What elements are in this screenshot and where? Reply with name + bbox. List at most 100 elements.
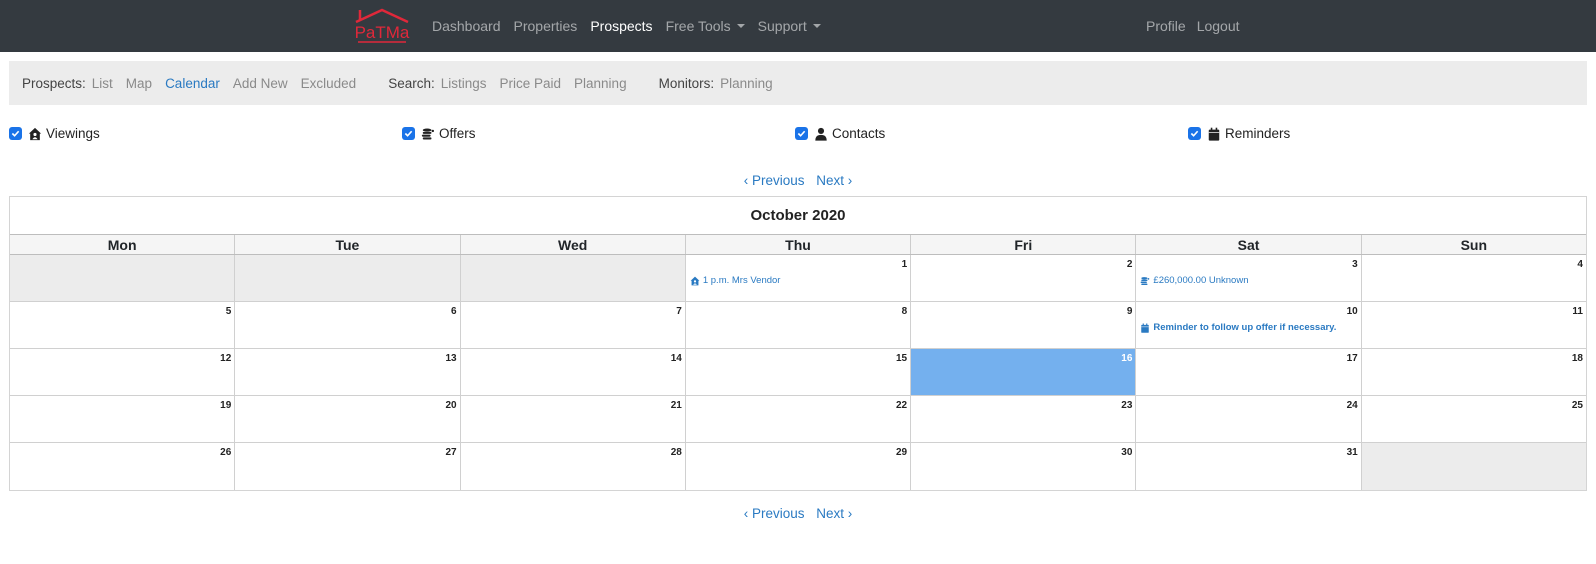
day-cell[interactable]: 13 [235, 349, 461, 395]
event-text: £260,000.00 Unknown [1153, 275, 1249, 286]
day-cell[interactable]: 10 Reminder to follow up offer if necessa… [1136, 302, 1362, 348]
day-number: 14 [670, 353, 682, 364]
day-cell-today[interactable]: 16 [911, 349, 1137, 395]
previous-month-link[interactable]: ‹ Previous [744, 506, 805, 521]
day-cell[interactable]: 19 [10, 396, 236, 442]
day-cell[interactable]: 12 [10, 349, 236, 395]
subnav-search-listings[interactable]: Listings [441, 76, 487, 91]
calendar-week: 12 13 14 15 16 17 18 [10, 349, 1586, 396]
day-cell[interactable]: 9 [911, 302, 1137, 348]
svg-text:PaTMa: PaTMa [355, 23, 410, 42]
day-number: 31 [1346, 447, 1358, 458]
day-cell[interactable]: 31 [1136, 443, 1362, 490]
day-number: 30 [1121, 447, 1133, 458]
nav-properties[interactable]: Properties [514, 18, 578, 34]
weekday-sat: Sat [1136, 235, 1362, 254]
user-nav: Profile Logout [1146, 0, 1251, 52]
day-cell[interactable]: 5 [10, 302, 236, 348]
filter-checkbox[interactable] [795, 127, 808, 140]
day-cell[interactable]: 28 [461, 443, 686, 490]
filter-offers: Offers [402, 126, 476, 141]
nav-label: Dashboard [432, 18, 501, 34]
day-cell[interactable]: 30 [911, 443, 1137, 490]
subnav-prospects-excluded[interactable]: Excluded [301, 76, 357, 91]
nav-prospects[interactable]: Prospects [590, 18, 652, 34]
day-cell[interactable]: 1 1 p.m. Mrs Vendor [686, 255, 912, 301]
empty-day-cell [235, 255, 461, 301]
day-cell[interactable]: 27 [235, 443, 461, 490]
filter-label: Reminders [1225, 126, 1291, 141]
day-cell[interactable]: 29 [686, 443, 912, 490]
filter-contacts: Contacts [795, 126, 885, 141]
day-number: 15 [896, 353, 908, 364]
day-cell[interactable]: 21 [461, 396, 686, 442]
nav-profile[interactable]: Profile [1146, 18, 1186, 34]
day-number: 22 [896, 400, 908, 411]
day-cell[interactable]: 3 £260,000.00 Unknown [1136, 255, 1362, 301]
subnav-prospects-calendar[interactable]: Calendar [165, 76, 220, 91]
filter-checkbox[interactable] [402, 127, 415, 140]
day-cell[interactable]: 7 [461, 302, 686, 348]
day-cell[interactable]: 18 [1362, 349, 1586, 395]
day-cell[interactable]: 25 [1362, 396, 1586, 442]
day-number: 21 [670, 400, 682, 411]
day-cell[interactable]: 11 [1362, 302, 1586, 348]
day-cell[interactable]: 22 [686, 396, 912, 442]
nav-support[interactable]: Support [758, 18, 821, 34]
event-text: Reminder to follow up offer if necessary… [1153, 322, 1337, 333]
subnav-prospects-list[interactable]: List [92, 76, 113, 91]
house-user-icon [690, 276, 700, 286]
event-viewing[interactable]: 1 p.m. Mrs Vendor [690, 275, 781, 286]
day-cell[interactable]: 24 [1136, 396, 1362, 442]
day-cell[interactable]: 8 [686, 302, 912, 348]
day-number: 18 [1571, 353, 1583, 364]
day-number: 12 [220, 353, 232, 364]
day-cell[interactable]: 6 [235, 302, 461, 348]
subnav-prospects-map[interactable]: Map [126, 76, 152, 91]
day-cell[interactable]: 26 [10, 443, 236, 490]
pager-bottom: ‹ Previous Next › [0, 506, 1596, 521]
day-number: 29 [896, 447, 908, 458]
previous-month-link[interactable]: ‹ Previous [744, 173, 805, 188]
day-cell[interactable]: 17 [1136, 349, 1362, 395]
day-cell[interactable]: 14 [461, 349, 686, 395]
day-number: 4 [1577, 259, 1583, 270]
day-number: 28 [670, 447, 682, 458]
day-number: 16 [1121, 353, 1133, 364]
day-cell[interactable]: 15 [686, 349, 912, 395]
nav-logout[interactable]: Logout [1197, 18, 1240, 34]
day-number: 9 [1126, 306, 1133, 317]
filter-checkbox[interactable] [9, 127, 22, 140]
next-month-link[interactable]: Next › [816, 173, 852, 188]
search-label: Search: [388, 75, 435, 91]
day-cell[interactable]: 4 [1362, 255, 1586, 301]
nav-label: Prospects [590, 18, 653, 34]
empty-day-cell [460, 255, 686, 301]
nav-free-tools[interactable]: Free Tools [666, 18, 745, 34]
user-icon [814, 127, 828, 141]
subnav-prospects-add-new[interactable]: Add New [233, 76, 288, 91]
day-number: 25 [1571, 400, 1583, 411]
day-number: 6 [451, 306, 457, 317]
next-month-link[interactable]: Next › [816, 506, 852, 521]
subnav-search-price-paid[interactable]: Price Paid [500, 76, 562, 91]
day-number: 26 [220, 447, 232, 458]
weekday-sun: Sun [1460, 237, 1488, 253]
filter-checkbox[interactable] [1188, 127, 1201, 140]
event-offer[interactable]: £260,000.00 Unknown [1140, 275, 1248, 286]
month-calendar: October 2020 Mon Tue Wed Thu Fri Sat Sun 1 1 p.… [9, 196, 1587, 491]
subnav-search-planning[interactable]: Planning [574, 76, 627, 91]
event-text: 1 p.m. Mrs Vendor [702, 275, 781, 286]
prospects-group: Prospects: List Map Calendar Add New Exclude… [22, 76, 369, 91]
top-navbar: PaTMa Dashboard Properties Prospects Free T… [0, 0, 1596, 52]
nav-label: Properties [513, 18, 578, 34]
calendar-week: 26 27 28 29 30 31 [10, 443, 1586, 490]
subnav-monitors-planning[interactable]: Planning [720, 76, 773, 91]
day-cell[interactable]: 2 [911, 255, 1137, 301]
nav-dashboard[interactable]: Dashboard [432, 18, 501, 34]
event-reminder[interactable]: Reminder to follow up offer if necessary… [1140, 322, 1336, 333]
day-cell[interactable]: 23 [911, 396, 1137, 442]
patma-logo[interactable]: PaTMa [352, 8, 412, 44]
search-group: Search: Listings Price Paid Planning [388, 76, 639, 91]
day-cell[interactable]: 20 [235, 396, 461, 442]
